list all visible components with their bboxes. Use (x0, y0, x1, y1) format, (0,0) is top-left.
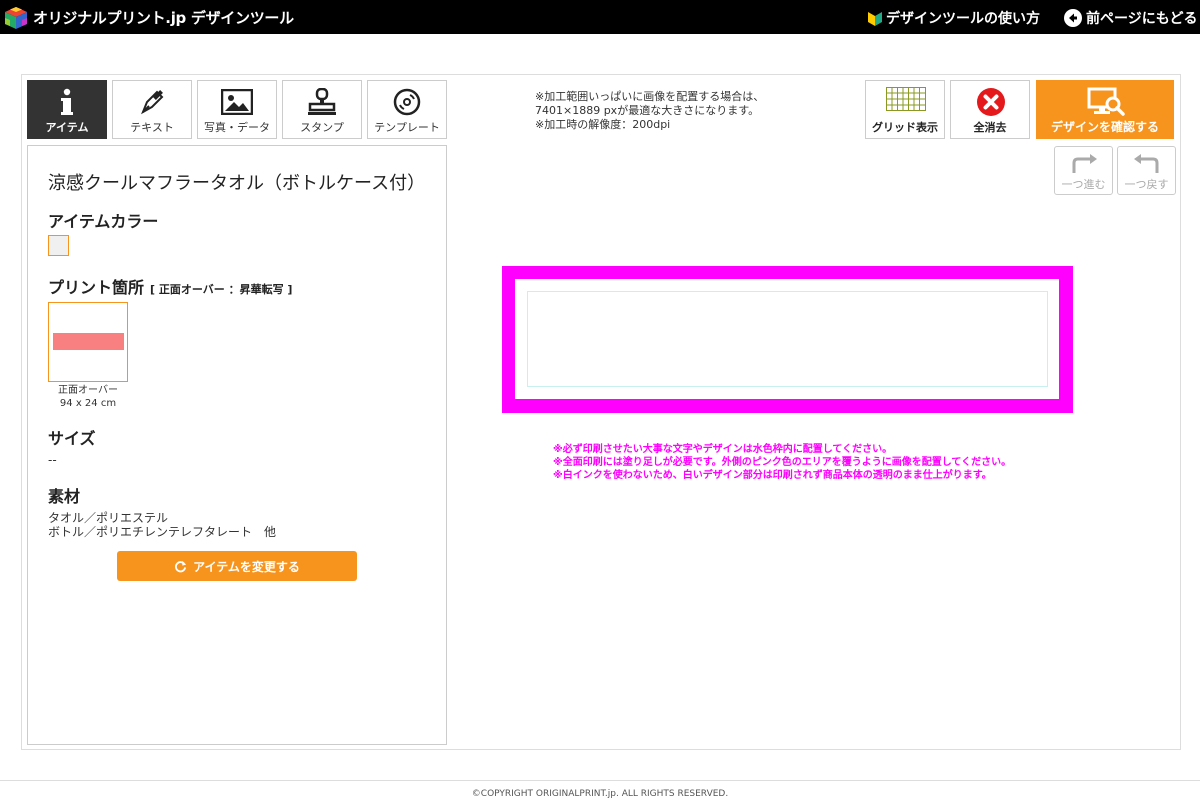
item-title: 涼感クールマフラータオル（ボトルケース付） (48, 173, 426, 194)
tab-stamp[interactable]: スタンプ (282, 80, 362, 139)
back-arrow-icon (1064, 9, 1082, 27)
redo-button[interactable]: 一つ進む (1054, 146, 1113, 195)
size-value: -- (48, 453, 57, 467)
info-icon (28, 87, 106, 117)
beginner-mark-icon (868, 12, 882, 26)
close-circle-icon (977, 88, 1005, 116)
print-area-preview (53, 333, 124, 350)
item-color-swatch[interactable] (48, 235, 69, 256)
tab-text[interactable]: テキスト (112, 80, 192, 139)
redo-arrow-icon (1072, 154, 1097, 173)
pen-icon (113, 87, 191, 117)
material-heading: 素材 (48, 487, 81, 506)
image-icon (198, 87, 276, 117)
print-location-title: プリント箇所 (48, 278, 145, 297)
grid-icon (886, 87, 926, 111)
item-color-heading: アイテムカラー (48, 212, 159, 231)
print-area-size: 94 x 24 cm (59, 398, 117, 409)
print-area-caption: 正面オーバー 94 x 24 cm (48, 384, 128, 410)
clear-all-label: 全消去 (973, 121, 1007, 134)
material-text: タオル／ポリエステル ボトル／ポリエチレンテレフタレート 他 (48, 511, 277, 539)
undo-button[interactable]: 一つ戻す (1117, 146, 1176, 195)
howto-link[interactable]: デザインツールの使い方 (868, 8, 1040, 28)
clear-all-button[interactable]: 全消去 (950, 80, 1030, 139)
disc-icon (368, 87, 446, 117)
tab-text-label: テキスト (130, 121, 174, 134)
print-warnings: ※必ず印刷させたい大事な文字やデザインは水色枠内に配置してください。 ※全面印刷… (553, 444, 1012, 481)
safe-area-guide (527, 291, 1048, 387)
back-link[interactable]: 前ページにもどる (1064, 8, 1197, 28)
preview-monitor-icon (1087, 87, 1125, 116)
copyright-footer: ©COPYRIGHT ORIGINALPRINT.jp. ALL RIGHTS … (471, 789, 729, 799)
print-location-heading: プリント箇所 [ 正面オーバー ：昇華転写 ] (48, 274, 292, 298)
grid-toggle-button[interactable]: グリッド表示 (865, 80, 945, 139)
tab-stamp-label: スタンプ (300, 121, 344, 134)
tab-item-label: アイテム (45, 121, 89, 134)
print-location-sub: [ 正面オーバー ：昇華転写 ] (150, 283, 293, 296)
resolution-notice: ※加工範囲いっぱいに画像を配置する場合は、 7401×1889 pxが最適な大き… (535, 90, 765, 131)
brand-title[interactable]: オリジナルプリント.jp デザインツール (33, 7, 294, 28)
redo-label: 一つ進む (1061, 178, 1106, 191)
undo-label: 一つ戻す (1124, 178, 1169, 191)
undo-arrow-icon (1134, 154, 1159, 173)
print-area-name: 正面オーバー (58, 385, 118, 396)
change-item-button[interactable]: アイテムを変更する (117, 551, 357, 581)
tab-photo-data-label: 写真・データ (204, 121, 270, 134)
tab-template-label: テンプレート (374, 121, 440, 134)
back-label: 前ページにもどる (1086, 11, 1198, 27)
confirm-design-button[interactable]: デザインを確認する (1036, 80, 1174, 139)
tab-item[interactable]: アイテム (27, 80, 107, 139)
refresh-icon (175, 560, 187, 572)
size-heading: サイズ (48, 429, 96, 448)
tab-photo-data[interactable]: 写真・データ (197, 80, 277, 139)
grid-toggle-label: グリッド表示 (872, 121, 938, 134)
confirm-design-label: デザインを確認する (1050, 120, 1159, 134)
stamp-icon (283, 87, 361, 117)
howto-label: デザインツールの使い方 (886, 11, 1040, 27)
top-header: オリジナルプリント.jp デザインツール デザインツールの使い方 前ページにもど… (0, 0, 1200, 34)
item-panel: 涼感クールマフラータオル（ボトルケース付） アイテムカラー プリント箇所 [ 正面… (27, 145, 447, 745)
change-item-label: アイテムを変更する (193, 559, 300, 574)
tab-template[interactable]: テンプレート (367, 80, 447, 139)
footer-divider (0, 780, 1200, 781)
print-area-thumbnail[interactable] (48, 302, 128, 382)
logo-cube-icon (5, 7, 27, 29)
